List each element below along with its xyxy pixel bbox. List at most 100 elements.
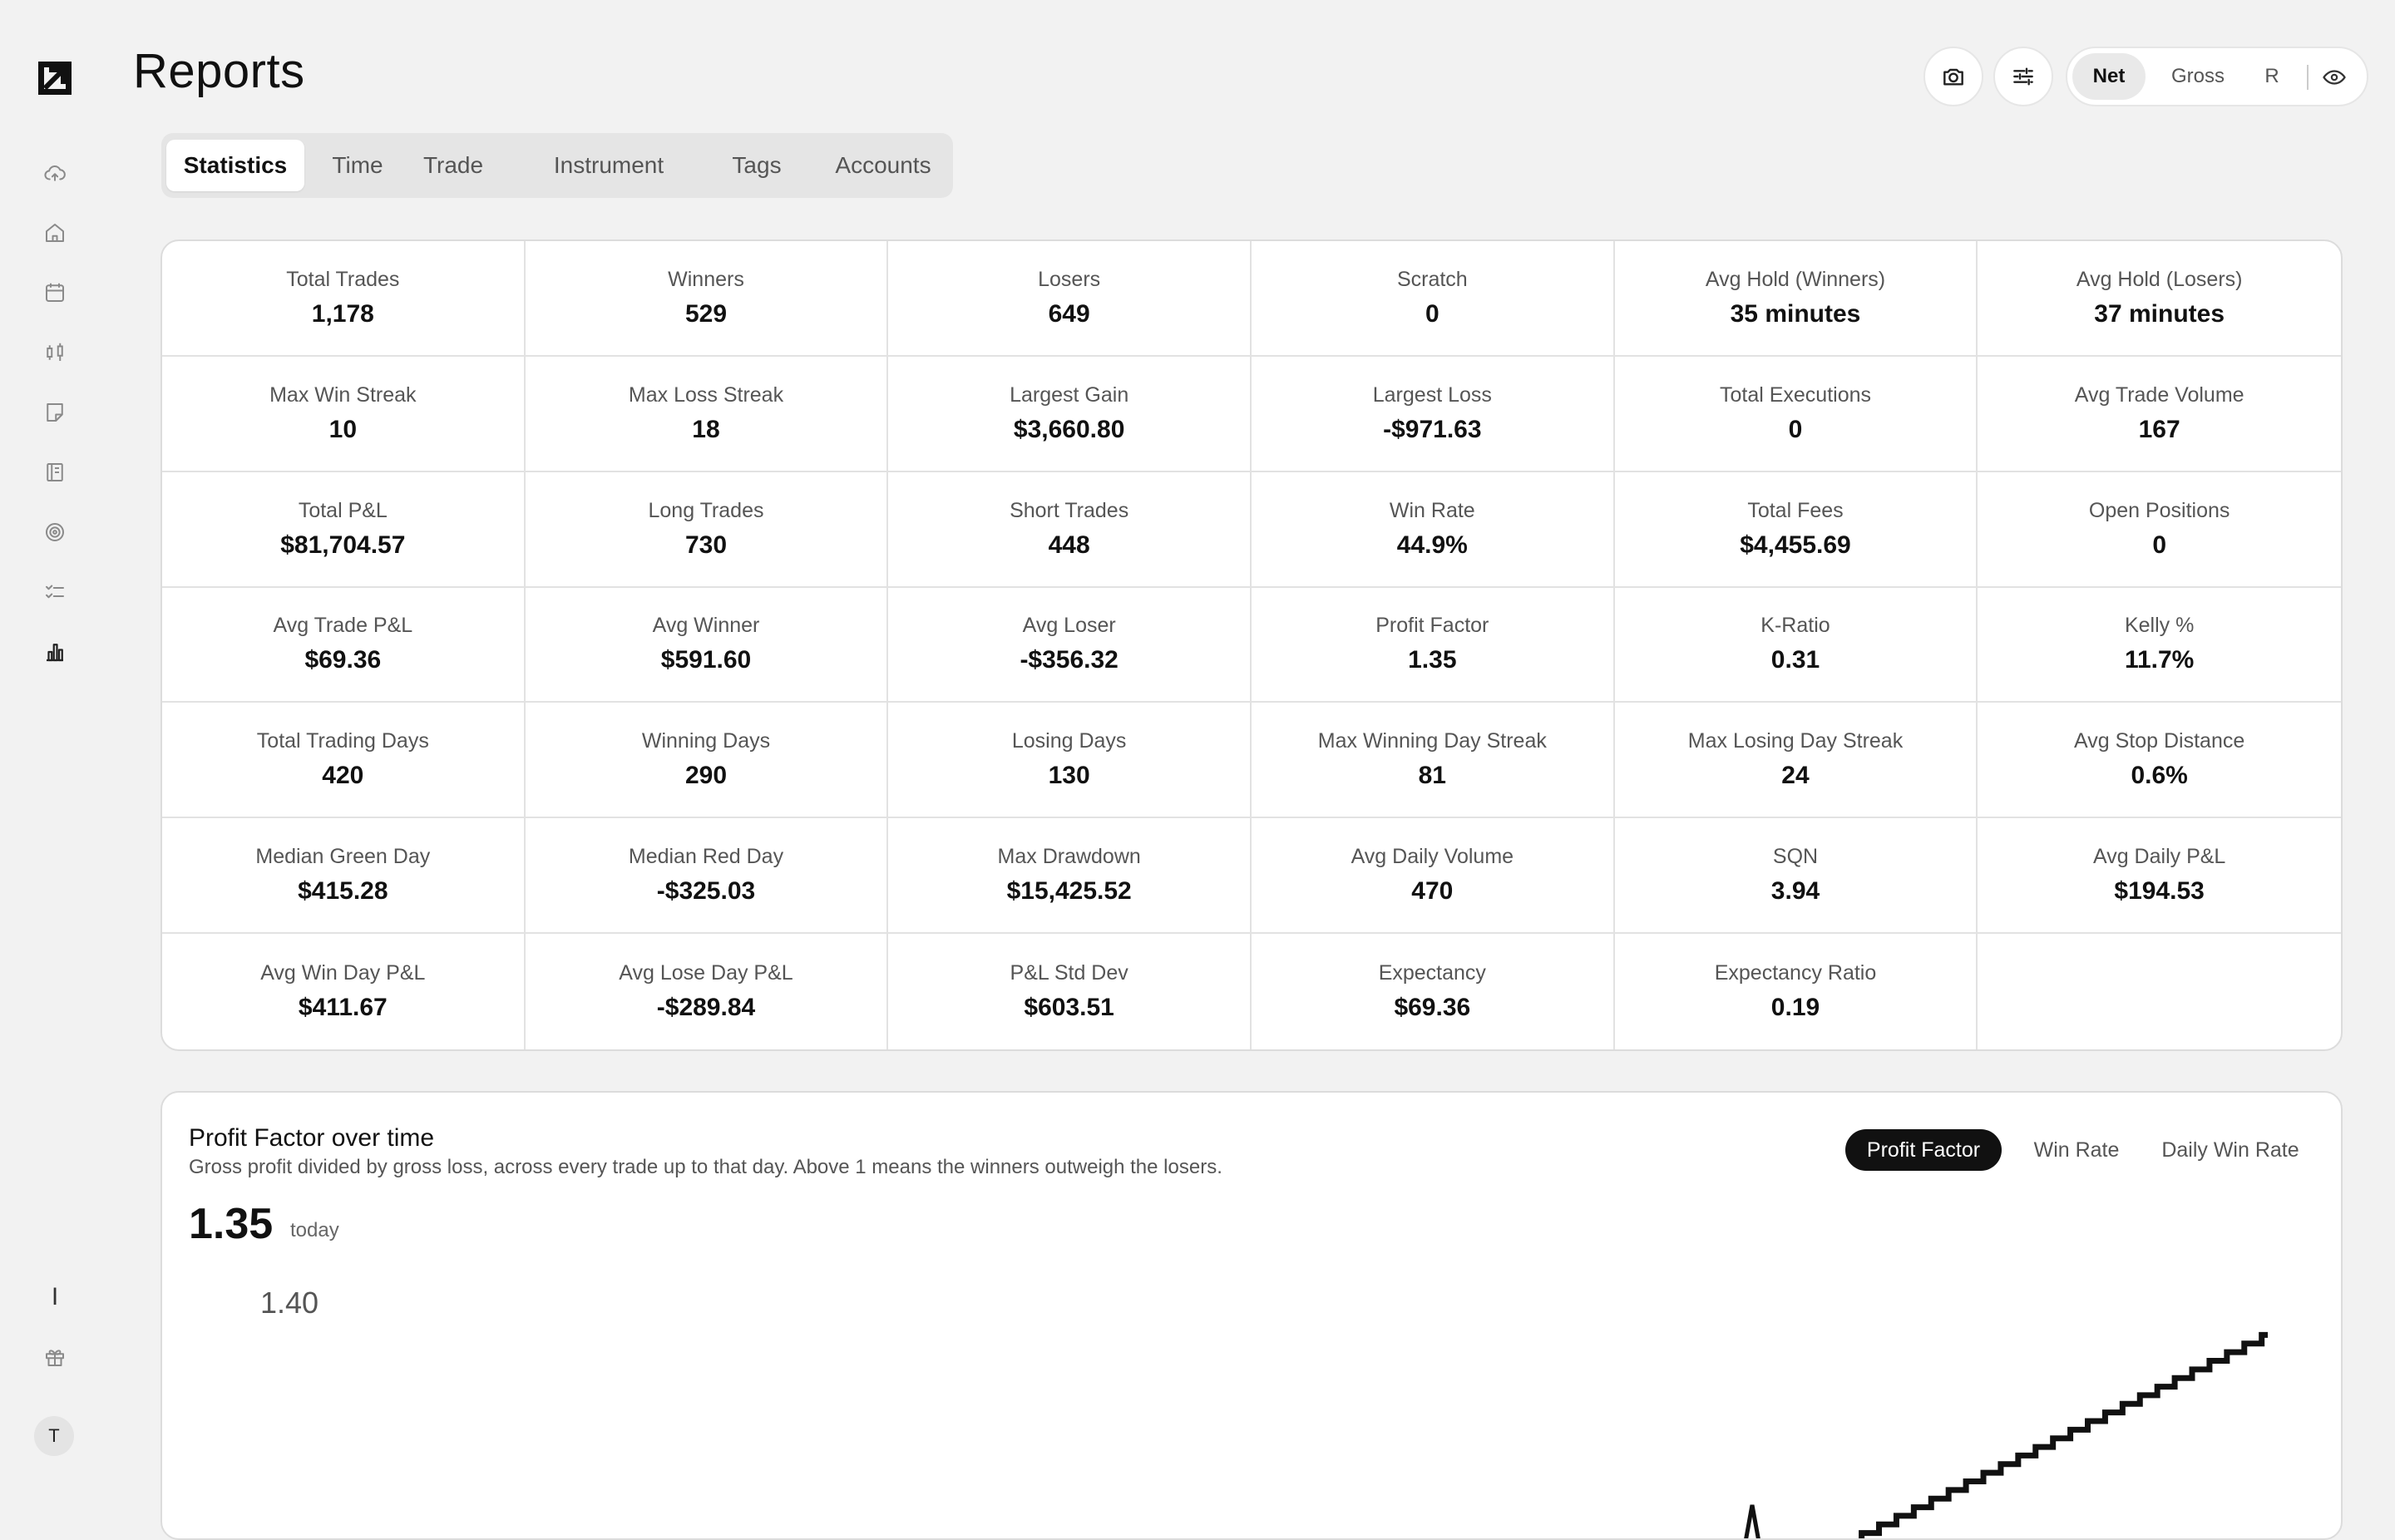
stat-label: Scratch bbox=[1396, 267, 1468, 291]
calendar-icon[interactable] bbox=[40, 278, 70, 308]
mode-divider bbox=[2307, 65, 2309, 90]
tab-instrument[interactable]: Instrument bbox=[542, 140, 675, 191]
stat-label: Winners bbox=[668, 267, 744, 291]
tab-statistics[interactable]: Statistics bbox=[166, 140, 304, 191]
stat-label: Avg Daily P&L bbox=[2092, 845, 2226, 869]
stat-cell: Avg Trade Volume 167 bbox=[1978, 357, 2341, 472]
tab-accounts[interactable]: Accounts bbox=[818, 140, 948, 191]
stat-label: Max Winning Day Streak bbox=[1317, 729, 1547, 753]
stat-value: 448 bbox=[1048, 531, 1090, 559]
stat-label: Avg Winner bbox=[652, 614, 760, 638]
cloud-upload-icon[interactable] bbox=[40, 158, 70, 188]
stat-label: Median Red Day bbox=[628, 845, 784, 869]
filters-button[interactable] bbox=[1993, 47, 2053, 106]
stat-value: $591.60 bbox=[660, 646, 752, 674]
stat-cell: Avg Stop Distance 0.6% bbox=[1978, 703, 2341, 819]
page-title: Reports bbox=[133, 44, 305, 98]
gift-icon[interactable] bbox=[40, 1342, 70, 1372]
stat-label: Avg Loser bbox=[1022, 614, 1116, 638]
stat-label: Losers bbox=[1038, 267, 1101, 291]
stat-cell: Win Rate 44.9% bbox=[1251, 471, 1615, 588]
stat-value: 1,178 bbox=[311, 299, 374, 328]
stat-cell: Long Trades 730 bbox=[525, 471, 889, 588]
stat-value: 420 bbox=[322, 762, 364, 790]
eye-icon[interactable] bbox=[2317, 60, 2352, 95]
stat-value: 11.7% bbox=[2124, 646, 2195, 674]
stat-value: $15,425.52 bbox=[1006, 877, 1132, 906]
report-tabs: Statistics Time Trade Instrument Tags Ac… bbox=[161, 133, 953, 198]
stat-value: 167 bbox=[2138, 415, 2180, 443]
stat-value: 529 bbox=[684, 299, 728, 328]
stat-value: 290 bbox=[684, 762, 728, 790]
stat-value: 0 bbox=[2152, 531, 2166, 559]
stat-cell: Avg Trade P&L $69.36 bbox=[162, 587, 526, 703]
stat-cell: SQN 3.94 bbox=[1614, 818, 1978, 935]
stat-value: $81,704.57 bbox=[280, 531, 406, 559]
stat-cell: Open Positions 0 bbox=[1978, 472, 2341, 588]
stat-label: Expectancy Ratio bbox=[1714, 961, 1877, 985]
tab-trade[interactable]: Trade bbox=[409, 140, 497, 191]
stat-label: Total Executions bbox=[1719, 383, 1872, 407]
mode-gross[interactable]: Gross bbox=[2160, 53, 2235, 100]
stat-cell: Avg Loser -$356.32 bbox=[888, 587, 1252, 703]
stat-cell: Avg Daily Volume 470 bbox=[1251, 818, 1615, 935]
stat-value: $3,660.80 bbox=[1013, 415, 1125, 443]
mode-r[interactable]: R bbox=[2247, 53, 2297, 100]
statistics-grid: Total Trades 1,178 Winners 529 Losers 649 Scra… bbox=[160, 239, 2343, 1051]
stat-label: Max Win Streak bbox=[269, 383, 417, 407]
avatar[interactable]: T bbox=[34, 1416, 74, 1456]
stat-value: -$971.63 bbox=[1383, 415, 1482, 443]
stat-value: 81 bbox=[1418, 762, 1446, 790]
stat-cell: Total Executions 0 bbox=[1614, 356, 1978, 472]
stat-label: Profit Factor bbox=[1375, 614, 1489, 638]
stat-label: Avg Hold (Winners) bbox=[1705, 267, 1886, 291]
stat-label: Max Loss Streak bbox=[628, 383, 784, 407]
stat-label: Short Trades bbox=[1010, 498, 1129, 522]
bar-chart-icon[interactable] bbox=[40, 637, 70, 667]
stat-label: P&L Std Dev bbox=[1010, 961, 1128, 985]
stat-value: 44.9% bbox=[1396, 531, 1468, 559]
stat-cell: Avg Lose Day P&L -$289.84 bbox=[526, 934, 889, 1049]
stat-label: Avg Hold (Losers) bbox=[2076, 267, 2243, 291]
home-icon[interactable] bbox=[40, 218, 70, 248]
notebook-icon[interactable] bbox=[40, 457, 70, 487]
stat-label: Avg Trade P&L bbox=[273, 614, 413, 638]
stat-label: Long Trades bbox=[648, 498, 764, 522]
stat-cell: Total Trading Days 420 bbox=[162, 703, 526, 819]
stat-label: Open Positions bbox=[2088, 498, 2230, 522]
stat-cell: Scratch 0 bbox=[1251, 241, 1615, 357]
stat-label: Avg Win Day P&L bbox=[260, 961, 426, 985]
stat-label: Expectancy bbox=[1378, 961, 1486, 985]
candlestick-icon[interactable] bbox=[40, 338, 70, 368]
note-icon[interactable] bbox=[40, 397, 70, 427]
stat-label: Max Losing Day Streak bbox=[1687, 729, 1904, 753]
stat-cell: Short Trades 448 bbox=[888, 471, 1252, 588]
profit-factor-series-line bbox=[1859, 1331, 2268, 1538]
app-logo-icon[interactable] bbox=[37, 60, 73, 96]
target-icon[interactable] bbox=[40, 517, 70, 547]
stat-value: 0 bbox=[1425, 299, 1439, 328]
stat-cell: Losers 649 bbox=[888, 241, 1252, 357]
stat-value: 24 bbox=[1781, 762, 1810, 790]
stat-value: 649 bbox=[1048, 299, 1090, 328]
mode-net[interactable]: Net bbox=[2072, 53, 2146, 100]
tab-tags[interactable]: Tags bbox=[715, 140, 798, 191]
stat-cell: Max Loss Streak 18 bbox=[525, 356, 889, 472]
stat-value: -$325.03 bbox=[656, 877, 756, 906]
stat-label: Winning Days bbox=[641, 729, 771, 753]
stat-label: Largest Loss bbox=[1372, 383, 1492, 407]
stat-cell: Avg Winner $591.60 bbox=[525, 587, 889, 703]
stat-value: $415.28 bbox=[298, 877, 388, 906]
stat-label: Total Trades bbox=[286, 267, 400, 291]
stat-value: 470 bbox=[1411, 877, 1454, 906]
stat-cell: Profit Factor 1.35 bbox=[1251, 587, 1615, 703]
stat-cell: Winning Days 290 bbox=[525, 703, 889, 819]
tab-time[interactable]: Time bbox=[314, 140, 401, 191]
stat-value: 18 bbox=[692, 415, 720, 443]
stat-cell bbox=[1978, 934, 2341, 1049]
stat-label: Total Trading Days bbox=[256, 729, 429, 753]
checklist-icon[interactable] bbox=[40, 577, 70, 607]
screenshot-button[interactable] bbox=[1923, 47, 1983, 106]
stat-label: Avg Stop Distance bbox=[2074, 729, 2245, 753]
stat-cell: Median Green Day $415.28 bbox=[162, 818, 526, 935]
